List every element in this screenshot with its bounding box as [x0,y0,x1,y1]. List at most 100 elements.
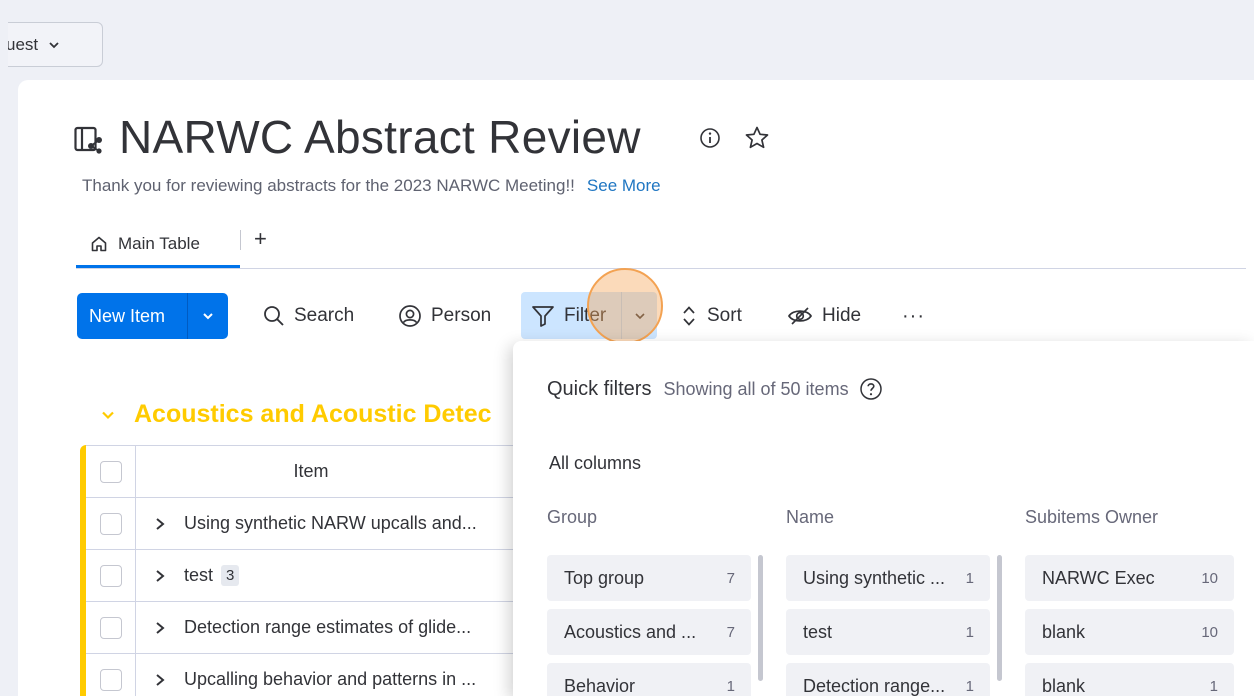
filter-chip[interactable]: Using synthetic ... 1 [786,555,990,601]
tab-main-table[interactable]: Main Table [76,222,240,268]
filter-chip[interactable]: Top group 7 [547,555,751,601]
filter-chip[interactable]: test 1 [786,609,990,655]
subitems-count-badge[interactable]: 3 [221,565,240,586]
chevron-right-icon [156,673,165,686]
person-icon [399,305,421,327]
row-item-name[interactable]: Using synthetic NARW upcalls and... [184,513,477,534]
select-all-cell [86,445,136,498]
help-icon[interactable] [859,377,883,401]
hide-label: Hide [822,305,862,326]
group-column-scrollbar[interactable] [758,555,763,681]
row-item-name[interactable]: test [184,565,213,586]
expand-subitems-toggle[interactable] [136,569,184,583]
chevron-down-icon[interactable] [100,407,116,423]
star-icon[interactable] [744,125,770,151]
new-item-dropdown[interactable] [188,309,228,323]
quick-filters-header: Quick filters Showing all of 50 items [547,377,883,401]
filter-chip-count: 7 [726,623,735,641]
filter-column-header-name: Name [786,507,835,527]
click-indicator [587,268,663,344]
filter-chip-count: 1 [726,677,735,695]
group-table: Item Using synthetic NARW upcalls and...… [80,445,526,696]
row-item-cell[interactable]: test 3 [184,565,240,586]
filter-chip[interactable]: blank 1 [1025,663,1234,696]
row-item-name[interactable]: Upcalling behavior and patterns in ... [184,669,476,690]
filter-chip-label: test [803,621,833,642]
chevron-right-icon [156,569,165,582]
row-checkbox[interactable] [99,512,122,535]
see-more-link[interactable]: See More [587,176,661,195]
filter-chip-count: 1 [965,569,974,587]
name-column-scrollbar[interactable] [997,555,1002,681]
item-column-header[interactable]: Item [136,461,526,482]
filter-chip-label: Behavior [564,675,636,696]
group-header[interactable]: Acoustics and Acoustic Detec [100,400,492,429]
tab-main-label: Main Table [118,233,200,253]
chevron-down-icon [203,313,213,320]
new-item-label: New Item [89,305,166,326]
filter-chip[interactable]: Detection range... 1 [786,663,990,696]
row-checkbox[interactable] [99,616,122,639]
filter-column-header-group: Group [547,507,598,527]
expand-subitems-toggle[interactable] [136,621,184,635]
board-share-icon [74,126,102,154]
add-view-button[interactable]: + [254,226,267,252]
filter-chip[interactable]: blank 10 [1025,609,1234,655]
table-header-row: Item [86,445,526,498]
filter-chip-label: Detection range... [803,675,946,696]
table-row[interactable]: Upcalling behavior and patterns in ... [86,653,526,696]
person-label: Person [431,305,492,326]
sort-label: Sort [707,305,742,326]
filter-chip-label: Using synthetic ... [803,567,946,588]
hide-button[interactable]: Hide [787,296,861,336]
expand-subitems-toggle[interactable] [136,673,184,687]
table-row[interactable]: Using synthetic NARW upcalls and... [86,497,526,550]
filter-chip[interactable]: Behavior 1 [547,663,751,696]
sort-icon [683,306,695,326]
quick-filters-title: Quick filters [547,377,652,400]
more-options-button[interactable]: ··· [902,296,925,336]
guest-dropdown-button[interactable]: uest [8,22,103,67]
description-text: Thank you for reviewing abstracts for th… [82,176,575,195]
expand-subitems-toggle[interactable] [136,517,184,531]
tab-divider [240,230,241,250]
filter-chip-count: 1 [965,623,974,641]
tabs-underline [76,268,1246,269]
new-item-button[interactable]: New Item [77,293,228,339]
filter-chip-count: 1 [965,677,974,695]
board-description: Thank you for reviewing abstracts for th… [82,176,661,196]
table-row[interactable]: test 3 [86,549,526,602]
row-checkbox[interactable] [99,668,122,691]
row-checkbox-cell [86,549,136,602]
filter-chip[interactable]: NARWC Exec 10 [1025,555,1234,601]
filter-chip-count: 10 [1201,623,1218,641]
filter-chip-count: 10 [1201,569,1218,587]
filter-funnel-icon [532,305,554,327]
row-item-name[interactable]: Detection range estimates of glide... [184,617,471,638]
board-title[interactable]: NARWC Abstract Review [119,110,641,164]
row-checkbox[interactable] [99,564,122,587]
search-button[interactable]: Search [263,296,354,336]
filter-chip-label: blank [1042,621,1086,642]
person-filter-button[interactable]: Person [398,296,491,336]
chevron-down-icon [49,41,59,48]
row-checkbox-cell [86,653,136,696]
select-all-checkbox[interactable] [99,460,122,483]
quick-filters-subtitle: Showing all of 50 items [663,378,849,399]
filter-chip[interactable]: Acoustics and ... 7 [547,609,751,655]
home-icon [91,236,107,251]
quick-filters-dropdown: Quick filters Showing all of 50 items Al… [513,341,1254,696]
table-row[interactable]: Detection range estimates of glide... [86,601,526,654]
info-icon[interactable] [699,127,721,149]
filter-chip-label: Top group [564,567,645,588]
search-icon [264,306,284,326]
search-label: Search [294,305,355,326]
group-title[interactable]: Acoustics and Acoustic Detec [134,400,492,429]
chevron-right-icon [156,621,165,634]
sort-button[interactable]: Sort [680,296,742,336]
filter-chip-count: 7 [726,569,735,587]
row-checkbox-cell [86,497,136,550]
filter-chip-count: 1 [1209,677,1218,695]
row-checkbox-cell [86,601,136,654]
filter-chip-label: blank [1042,675,1086,696]
